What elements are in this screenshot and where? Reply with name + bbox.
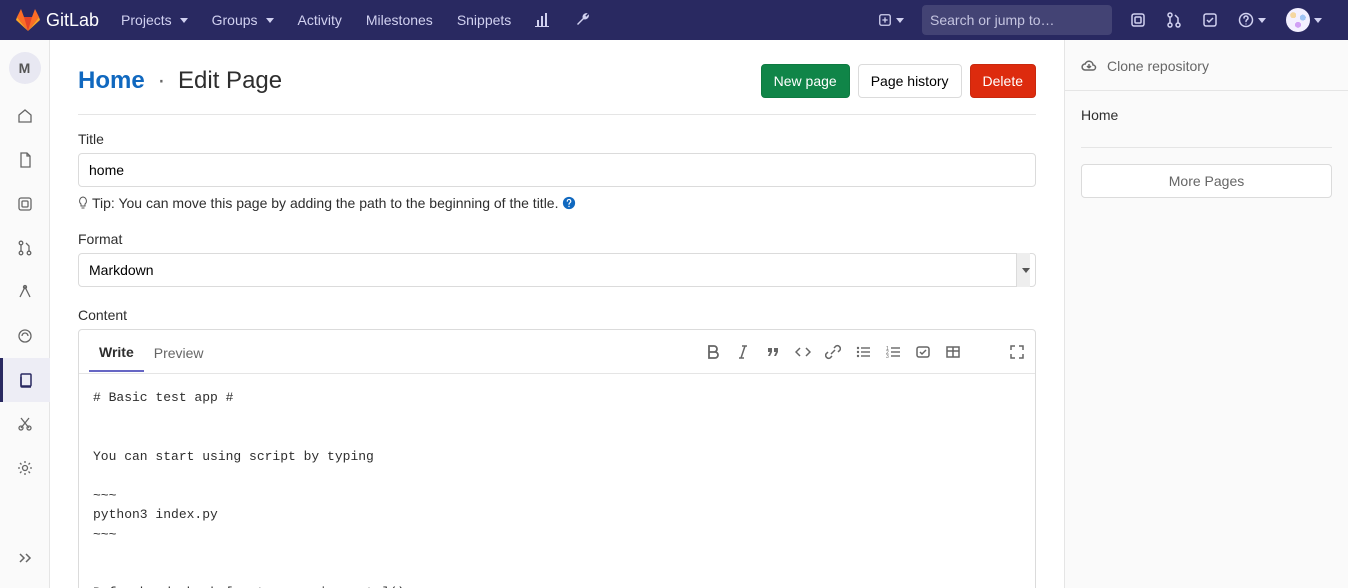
- page-actions: New page Page history Delete: [761, 64, 1036, 98]
- content-label: Content: [78, 307, 1036, 323]
- help-icon[interactable]: [562, 196, 576, 210]
- more-pages-button[interactable]: More Pages: [1081, 164, 1332, 198]
- menu-snippets[interactable]: Snippets: [447, 2, 521, 38]
- chevron-down-icon: [896, 18, 904, 23]
- new-page-button[interactable]: New page: [761, 64, 850, 98]
- sidebar-item-project[interactable]: [0, 94, 50, 138]
- bullet-list-icon[interactable]: [855, 344, 871, 360]
- search-input[interactable]: [930, 12, 1111, 28]
- clone-repository-link[interactable]: Clone repository: [1081, 58, 1332, 74]
- top-menu: Projects Groups Activity Milestones Snip…: [111, 2, 601, 38]
- page-subtitle: Edit Page: [178, 67, 282, 94]
- italic-icon[interactable]: [735, 344, 751, 360]
- content-textarea[interactable]: [93, 388, 1021, 588]
- sidebar-item-issues[interactable]: [0, 182, 50, 226]
- tab-preview[interactable]: Preview: [144, 333, 214, 371]
- svg-text:3: 3: [886, 354, 889, 360]
- avatar: [1286, 8, 1310, 32]
- sidebar-item-operations[interactable]: [0, 314, 50, 358]
- content-editor: Write Preview 123: [78, 329, 1036, 588]
- format-select[interactable]: [78, 253, 1036, 287]
- user-menu[interactable]: [1276, 0, 1332, 40]
- nav-chart-icon[interactable]: [525, 4, 561, 36]
- menu-activity[interactable]: Activity: [288, 2, 352, 38]
- nav-help-icon[interactable]: [1228, 4, 1276, 36]
- project-avatar[interactable]: M: [9, 52, 41, 84]
- cloud-download-icon: [1081, 58, 1097, 74]
- chevron-down-icon: [180, 18, 188, 23]
- sidebar-item-wiki[interactable]: [0, 358, 50, 402]
- tab-write[interactable]: Write: [89, 332, 144, 372]
- nav-wrench-icon[interactable]: [565, 4, 601, 36]
- link-icon[interactable]: [825, 344, 841, 360]
- quote-icon[interactable]: [765, 344, 781, 360]
- sidebar-item-cicd[interactable]: [0, 270, 50, 314]
- format-label: Format: [78, 231, 1036, 247]
- title-input[interactable]: [78, 153, 1036, 187]
- menu-projects[interactable]: Projects: [111, 2, 198, 38]
- brand-text: GitLab: [46, 10, 99, 31]
- chevron-down-icon: [1258, 18, 1266, 23]
- bold-icon[interactable]: [705, 344, 721, 360]
- sidebar-item-merge-requests[interactable]: [0, 226, 50, 270]
- task-list-icon[interactable]: [915, 344, 931, 360]
- project-sidebar: M: [0, 40, 50, 588]
- sidebar-item-settings[interactable]: [0, 446, 50, 490]
- nav-todos-icon[interactable]: [1192, 4, 1228, 36]
- wiki-page-link-home[interactable]: Home: [1081, 107, 1332, 123]
- global-search[interactable]: [922, 5, 1112, 35]
- chevron-down-icon: [1314, 18, 1322, 23]
- menu-groups[interactable]: Groups: [202, 2, 284, 38]
- separator: ·: [157, 67, 165, 94]
- editor-toolbar: 123: [705, 344, 1025, 360]
- numbered-list-icon[interactable]: 123: [885, 344, 901, 360]
- nav-plus-dropdown[interactable]: [868, 5, 914, 35]
- page-history-button[interactable]: Page history: [858, 64, 962, 98]
- delete-button[interactable]: Delete: [970, 64, 1036, 98]
- nav-merge-requests-icon[interactable]: [1156, 4, 1192, 36]
- menu-milestones[interactable]: Milestones: [356, 2, 443, 38]
- sidebar-item-snippets[interactable]: [0, 402, 50, 446]
- page-header: Home · Edit Page New page Page history D…: [78, 64, 1036, 98]
- top-nav: GitLab Projects Groups Activity Mileston…: [0, 0, 1348, 40]
- wiki-home-link[interactable]: Home: [78, 67, 145, 94]
- chevron-down-icon: [266, 18, 274, 23]
- gitlab-icon: [16, 8, 40, 32]
- title-label: Title: [78, 131, 1036, 147]
- sidebar-collapse[interactable]: [0, 536, 50, 580]
- table-icon[interactable]: [945, 344, 961, 360]
- sidebar-item-repository[interactable]: [0, 138, 50, 182]
- wiki-sidebar: Clone repository Home More Pages: [1064, 40, 1348, 588]
- nav-issues-icon[interactable]: [1120, 4, 1156, 36]
- title-tip: Tip: You can move this page by adding th…: [78, 195, 1036, 211]
- gitlab-logo[interactable]: GitLab: [16, 8, 99, 32]
- fullscreen-icon[interactable]: [1009, 344, 1025, 360]
- bulb-icon: [78, 196, 88, 210]
- main-content: Home · Edit Page New page Page history D…: [50, 40, 1064, 588]
- code-icon[interactable]: [795, 344, 811, 360]
